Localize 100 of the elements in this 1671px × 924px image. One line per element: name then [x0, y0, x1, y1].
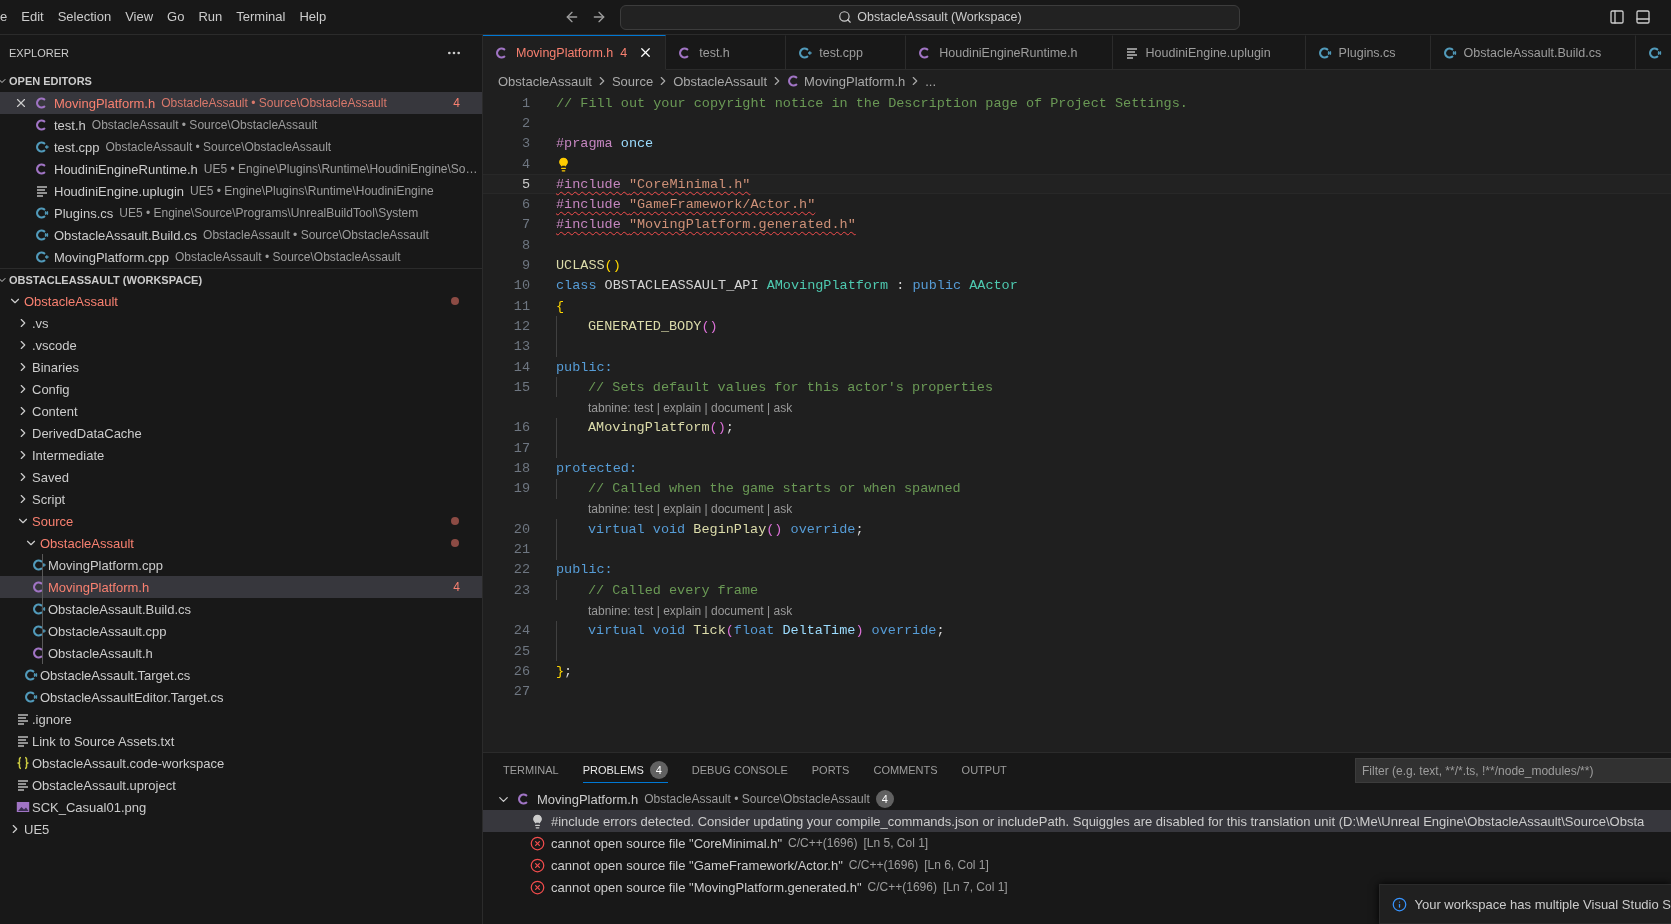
- panel-tab[interactable]: COMMENTS: [873, 758, 938, 783]
- tree-item[interactable]: Binaries: [0, 356, 482, 378]
- problem-item[interactable]: #include errors detected. Consider updating your compile_commands.json or includePath. Squiggles are disabled for this translation unit (D:\Me\Unreal Engine\ObstacleAssault\Source\Obsta: [483, 810, 1671, 832]
- tree-item[interactable]: ObstacleAssault.uproject: [0, 774, 482, 796]
- codelens[interactable]: tabnine: test | explain | document | ask: [588, 400, 793, 415]
- tree-item[interactable]: Source: [0, 510, 482, 532]
- tree-item[interactable]: UE5: [0, 818, 482, 840]
- tree-item[interactable]: ObstacleAssault.h: [0, 642, 482, 664]
- open-editor-item[interactable]: HoudiniEngine.uplugin UE5 • Engine\Plugins\Runtime\HoudiniEngine: [0, 180, 482, 202]
- tree-item[interactable]: Config: [0, 378, 482, 400]
- problem-item[interactable]: cannot open source file "MovingPlatform.generated.h" C/C++(1696) [Ln 7, Col 1]: [483, 876, 1671, 898]
- code-line: public:: [556, 359, 613, 375]
- editor-tab[interactable]: Plugins.cs: [1305, 35, 1431, 70]
- count-badge: 4: [875, 790, 894, 808]
- file-name: .vscode: [32, 337, 77, 353]
- csharp-file-icon: [32, 602, 46, 616]
- sidebar-toggle-icon[interactable]: [1609, 9, 1625, 25]
- section-title[interactable]: OBSTACLEASSAULT (WORKSPACE): [9, 273, 203, 286]
- breadcrumb-item[interactable]: ObstacleAssault: [673, 73, 768, 89]
- problem-item[interactable]: cannot open source file "GameFramework/Actor.h" C/C++(1696) [Ln 6, Col 1]: [483, 854, 1671, 876]
- breadcrumb-item[interactable]: Source: [611, 73, 654, 89]
- open-editor-item[interactable]: MovingPlatform.cpp ObstacleAssault • Source\ObstacleAssault: [0, 246, 482, 268]
- command-center-search[interactable]: ObstacleAssault (Workspace): [620, 4, 1240, 30]
- tree-item[interactable]: MovingPlatform.h 4: [0, 576, 482, 598]
- error-dot: [451, 297, 459, 305]
- tree-item[interactable]: .vscode: [0, 334, 482, 356]
- tree-item[interactable]: Intermediate: [0, 444, 482, 466]
- editor-tab[interactable]: ObstacleAssault.Build.cs: [1430, 35, 1637, 70]
- panel-tab[interactable]: OUTPUT: [961, 758, 1007, 783]
- tree-item[interactable]: .vs: [0, 312, 482, 334]
- open-editor-item[interactable]: ObstacleAssault.Build.cs ObstacleAssault • Source\ObstacleAssault: [0, 224, 482, 246]
- tree-item[interactable]: .ignore: [0, 708, 482, 730]
- tree-item[interactable]: ObstacleAssault.code-workspace: [0, 752, 482, 774]
- tree-item[interactable]: ObstacleAssault.Build.cs: [0, 598, 482, 620]
- tree-item[interactable]: MovingPlatform.cpp: [0, 554, 482, 576]
- tree-item[interactable]: Script: [0, 488, 482, 510]
- panel-tab[interactable]: PROBLEMS 4: [582, 758, 668, 783]
- open-editor-item[interactable]: MovingPlatform.h ObstacleAssault • Source\ObstacleAssault 4: [0, 92, 482, 114]
- menu-item[interactable]: e: [0, 6, 15, 28]
- menu-item[interactable]: Run: [191, 6, 230, 28]
- csharp-file-icon: [1442, 45, 1457, 60]
- codelens[interactable]: tabnine: test | explain | document | ask: [588, 502, 793, 517]
- csharp-file-icon: [24, 690, 38, 704]
- menu-item[interactable]: Help: [292, 6, 334, 28]
- breadcrumb-item[interactable]: ObstacleAssault: [498, 73, 592, 89]
- breadcrumb-item[interactable]: MovingPlatform.h: [804, 73, 906, 89]
- tree-item[interactable]: Content: [0, 400, 482, 422]
- panel-tab[interactable]: DEBUG CONSOLE: [691, 758, 788, 783]
- problem-item[interactable]: cannot open source file "CoreMinimal.h" C/C++(1696) [Ln 5, Col 1]: [483, 832, 1671, 854]
- menu-item[interactable]: Terminal: [229, 6, 293, 28]
- panel-tab[interactable]: PORTS: [811, 758, 850, 783]
- open-editor-item[interactable]: HoudiniEngineRuntime.h UE5 • Engine\Plugins\Runtime\HoudiniEngine\So…: [0, 158, 482, 180]
- file-name: Script: [32, 491, 66, 507]
- editor-tab[interactable]: test.h: [666, 35, 787, 70]
- file-name: ObstacleAssault.Target.cs: [40, 667, 191, 683]
- file-name: HoudiniEngine.uplugin: [54, 183, 185, 199]
- filter-field[interactable]: Filter (e.g. text, **/*.ts, !**/node_modules/**): [1355, 758, 1671, 783]
- editor-tab[interactable]: HoudiniEngineRuntime.h: [906, 35, 1113, 70]
- tree-item[interactable]: ObstacleAssault: [0, 532, 482, 554]
- close-icon[interactable]: [14, 96, 28, 110]
- file-name: test.h: [54, 117, 86, 133]
- tree-item[interactable]: ObstacleAssault.cpp: [0, 620, 482, 642]
- menu-item[interactable]: Go: [160, 6, 192, 28]
- line-number: 8: [520, 237, 531, 253]
- tree-item[interactable]: ObstacleAssault.Target.cs: [0, 664, 482, 686]
- open-editor-item[interactable]: test.cpp ObstacleAssault • Source\ObstacleAssault: [0, 136, 482, 158]
- editor-tab[interactable]: test.cpp: [786, 35, 907, 70]
- code-line: // Sets default values for this actor's properties: [588, 379, 994, 395]
- line-number: 13: [512, 339, 531, 355]
- line-number: 9: [520, 258, 531, 273]
- line-number: 27: [512, 684, 531, 700]
- section-title[interactable]: OPEN EDITORS: [9, 75, 92, 87]
- line-number: 7: [520, 217, 531, 233]
- panel-tab[interactable]: TERMINAL: [503, 758, 559, 783]
- cpp-file-icon: [32, 558, 46, 572]
- problem-file-row[interactable]: MovingPlatform.h ObstacleAssault • Source\ObstacleAssault 4: [483, 788, 1671, 810]
- tree-item[interactable]: Saved: [0, 466, 482, 488]
- line-number: 26: [512, 663, 531, 679]
- editor-tab[interactable]: HoudiniEngine.uplugin: [1112, 35, 1306, 70]
- tree-item[interactable]: Link to Source Assets.txt: [0, 730, 482, 752]
- tree-item[interactable]: DerivedDataCache: [0, 422, 482, 444]
- tree-item[interactable]: SCK_Casual01.png: [0, 796, 482, 818]
- lightbulb-icon[interactable]: [556, 156, 571, 172]
- tree-item[interactable]: ObstacleAssaultEditor.Target.cs: [0, 686, 482, 708]
- menu-item[interactable]: View: [118, 6, 161, 28]
- file-name: ObstacleAssault.cpp: [48, 623, 167, 639]
- open-editor-item[interactable]: Plugins.cs UE5 • Engine\Source\Programs\UnrealBuildTool\System: [0, 202, 482, 224]
- open-editor-item[interactable]: test.h ObstacleAssault • Source\ObstacleAssault: [0, 114, 482, 136]
- file-name: Intermediate: [32, 447, 105, 463]
- menu-item[interactable]: Selection: [50, 6, 119, 28]
- panel-toggle-icon[interactable]: [1635, 9, 1651, 25]
- editor-tab[interactable]: MovingPlatform.h 4: [483, 35, 667, 70]
- codelens[interactable]: tabnine: test | explain | document | ask: [588, 603, 793, 618]
- breadcrumb-item[interactable]: ...: [925, 73, 937, 89]
- menu-item[interactable]: Edit: [14, 6, 51, 28]
- tree-item[interactable]: ObstacleAssault: [0, 290, 482, 312]
- code-line: #include "MovingPlatform.generated.h": [556, 217, 856, 233]
- line-number: 1: [520, 95, 531, 111]
- code-line: virtual void BeginPlay() override;: [588, 521, 864, 537]
- cpp-file-icon: [32, 624, 46, 638]
